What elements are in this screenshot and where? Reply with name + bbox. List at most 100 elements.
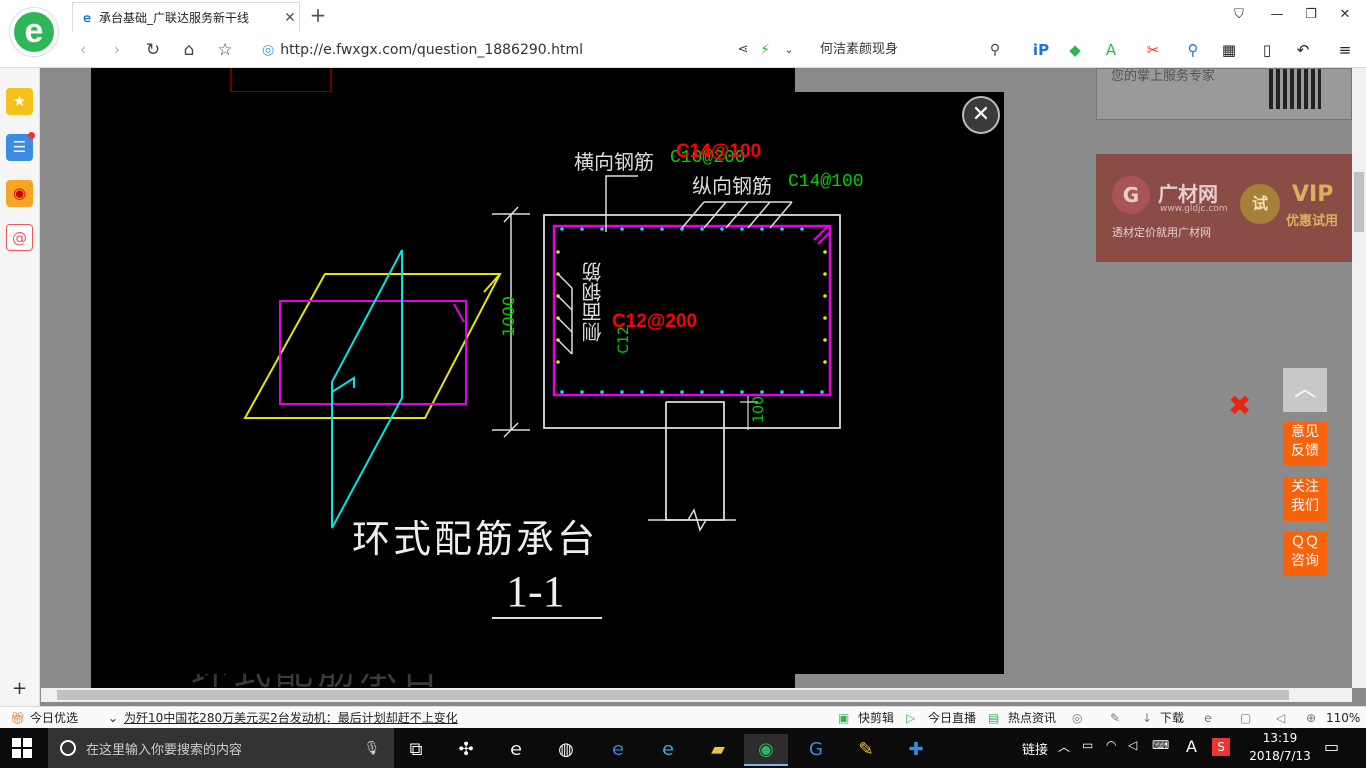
menu-icon[interactable]: ≡ bbox=[1334, 39, 1356, 61]
spiral-app-icon[interactable]: ◍ bbox=[544, 734, 588, 766]
home-icon[interactable]: ⌂ bbox=[176, 38, 202, 62]
ad-brand: 广材网 bbox=[1158, 182, 1218, 206]
refresh-icon[interactable]: ↻ bbox=[140, 38, 166, 62]
news-chevron-icon: ⌄ bbox=[108, 711, 119, 725]
notification-icon[interactable]: ▭ bbox=[1324, 737, 1339, 756]
forward-icon[interactable]: › bbox=[104, 38, 130, 62]
ad-brand-logo-icon: G bbox=[1112, 176, 1150, 214]
ie-favicon-icon: ｅ bbox=[81, 11, 94, 25]
clock-date[interactable]: 2018/7/13 bbox=[1246, 749, 1314, 763]
feedback-line1: 意见 bbox=[1291, 424, 1319, 440]
left-sidebar: ★ ☰ ◉ @ + bbox=[0, 68, 40, 706]
shirt-skin-icon[interactable]: ⛉ bbox=[1226, 4, 1252, 26]
zoom-level[interactable]: 110% bbox=[1326, 710, 1360, 726]
qq-consult-button[interactable]: ＱＱ 咨询 bbox=[1283, 532, 1327, 576]
news-ticker[interactable]: 为歼10中国花280万美元买2台发动机：最后计划却赶不上变化 bbox=[124, 710, 458, 726]
dim-bottom: 100 bbox=[751, 396, 767, 423]
weibo-icon[interactable]: ◉ bbox=[6, 180, 33, 207]
search-icon[interactable]: ⚲ bbox=[982, 38, 1008, 62]
add-sidebar-icon[interactable]: + bbox=[12, 678, 27, 699]
new-tab-button[interactable]: + bbox=[306, 4, 330, 28]
window-icon[interactable]: ▢ bbox=[1240, 710, 1251, 726]
apps-grid-icon[interactable]: ▦ bbox=[1218, 39, 1240, 61]
undo-icon[interactable]: ↶ bbox=[1292, 39, 1314, 61]
ime-indicator[interactable]: A bbox=[1186, 737, 1197, 756]
hot-news[interactable]: 热点资讯 bbox=[1008, 710, 1056, 726]
ad-vip-sub: 优惠试用 bbox=[1286, 214, 1339, 229]
magnifier-icon[interactable]: ⚲ bbox=[1182, 39, 1204, 61]
file-explorer-icon[interactable]: ▰ bbox=[696, 734, 740, 766]
battery-icon[interactable]: ▭ bbox=[1082, 738, 1093, 752]
shield-yuan-icon[interactable]: ◆ bbox=[1064, 39, 1086, 61]
feedback-button[interactable]: 意见 反馈 bbox=[1283, 422, 1327, 466]
edge-old-icon[interactable]: ｅ bbox=[494, 734, 538, 766]
hscroll-thumb[interactable] bbox=[57, 690, 1289, 700]
task-view-icon[interactable]: ⧉ bbox=[394, 734, 438, 766]
sogou-icon[interactable]: G bbox=[794, 734, 838, 766]
browser-logo-icon[interactable]: e bbox=[10, 8, 58, 56]
ie-icon[interactable]: ｅ bbox=[646, 734, 690, 766]
email-icon[interactable]: @ bbox=[6, 224, 33, 251]
volume-icon[interactable]: ◁ bbox=[1128, 738, 1137, 752]
restore-button[interactable]: ❐ bbox=[1298, 4, 1324, 26]
back-icon[interactable]: ‹ bbox=[70, 38, 96, 62]
ad-banner[interactable]: G 广材网 www.gldjc.com 透材定价就用广材网 试 VIP 优惠试用 bbox=[1096, 154, 1352, 262]
follow-line2: 我们 bbox=[1291, 498, 1319, 514]
sogou-ime-icon[interactable]: S bbox=[1212, 738, 1230, 756]
pile bbox=[665, 401, 725, 521]
ie-mode-icon[interactable]: ｅ bbox=[1202, 710, 1214, 726]
wifi-icon[interactable]: ◠ bbox=[1106, 738, 1116, 752]
minimize-button[interactable]: — bbox=[1264, 4, 1290, 26]
windows-start-icon[interactable] bbox=[12, 738, 32, 758]
lightning-icon[interactable]: ⚡ bbox=[752, 38, 778, 62]
title-bar: e ｅ 承台基础_广联达服务新干线 ✕ + ⛉ — ❐ ✕ bbox=[0, 0, 1366, 56]
follow-us-button[interactable]: 关注 我们 bbox=[1283, 477, 1327, 521]
microphone-icon[interactable]: 🎙︎ bbox=[363, 741, 380, 756]
horizontal-scrollbar[interactable] bbox=[41, 688, 1352, 702]
edge-icon[interactable]: ｅ bbox=[596, 734, 640, 766]
vertical-scrollbar[interactable] bbox=[1352, 68, 1366, 688]
favorites-star-icon[interactable]: ★ bbox=[6, 88, 33, 115]
scissors-icon[interactable]: ✂ bbox=[1142, 39, 1164, 61]
speed-icon[interactable]: ◎ bbox=[1072, 710, 1082, 726]
qq-line1: ＱＱ bbox=[1291, 534, 1319, 550]
link-label[interactable]: 链接 bbox=[1022, 739, 1048, 758]
today-live[interactable]: 今日直播 bbox=[928, 710, 976, 726]
mobile-icon[interactable]: ▯ bbox=[1256, 39, 1278, 61]
back-to-top-button[interactable]: ︿ bbox=[1283, 368, 1327, 412]
vscroll-thumb[interactable] bbox=[1354, 172, 1364, 232]
zoom-icon[interactable]: ⊕ bbox=[1306, 710, 1316, 726]
mute-icon[interactable]: ◁ bbox=[1276, 710, 1285, 726]
iso-magenta-rect bbox=[279, 300, 467, 405]
tab-active[interactable]: ｅ 承台基础_广联达服务新干线 ✕ bbox=[72, 2, 300, 32]
cortana-circle-icon bbox=[60, 740, 76, 756]
today-picks[interactable]: 今日优选 bbox=[30, 710, 78, 726]
pinwheel-app-icon[interactable]: ✣ bbox=[444, 734, 488, 766]
close-icon[interactable]: ✕ bbox=[962, 96, 1000, 134]
notes-app-icon[interactable]: ✎ bbox=[844, 734, 888, 766]
close-float-icon[interactable]: ✖ bbox=[1228, 392, 1251, 420]
taskbar-search[interactable]: 在这里输入你要搜索的内容 🎙︎ bbox=[48, 728, 394, 768]
quick-clip[interactable]: 快剪辑 bbox=[858, 710, 894, 726]
address-bar[interactable]: ◎ http://e.fwxgx.com/question_1886290.ht… bbox=[262, 38, 798, 62]
translate-icon[interactable]: A bbox=[1100, 39, 1122, 61]
iso-yellow-slab bbox=[243, 273, 502, 419]
ad-top-text: 您的掌上服务专家 bbox=[1111, 69, 1216, 84]
close-window-button[interactable]: ✕ bbox=[1332, 4, 1358, 26]
favorite-star-icon[interactable]: ☆ bbox=[212, 38, 238, 62]
keyboard-icon[interactable]: ⌨ bbox=[1152, 738, 1169, 752]
image-viewer-modal: 横向钢筋 C10@200 C14@100 纵向钢筋 C14@100 侧面钢筋 C… bbox=[92, 92, 1004, 674]
pin-icon[interactable]: ✎ bbox=[1110, 710, 1120, 726]
teamviewer-icon[interactable]: ✚ bbox=[894, 734, 938, 766]
search-input[interactable]: 何洁素颜现身 bbox=[812, 38, 1008, 62]
tab-close-icon[interactable]: ✕ bbox=[281, 10, 299, 26]
label-longitudinal-spec: C14@100 bbox=[788, 172, 864, 192]
ip-badge-icon[interactable]: iP bbox=[1030, 39, 1052, 61]
chevron-down-icon[interactable]: ⌄ bbox=[776, 38, 802, 62]
download-label[interactable]: 下载 bbox=[1160, 710, 1184, 726]
feedback-line2: 反馈 bbox=[1291, 443, 1319, 459]
iso-cyan-hook bbox=[331, 376, 355, 393]
browser-taskbar-icon[interactable]: ◉ bbox=[744, 734, 788, 766]
tray-chevron-icon[interactable]: ︿ bbox=[1058, 738, 1070, 755]
clock-time[interactable]: 13:19 bbox=[1250, 731, 1310, 745]
